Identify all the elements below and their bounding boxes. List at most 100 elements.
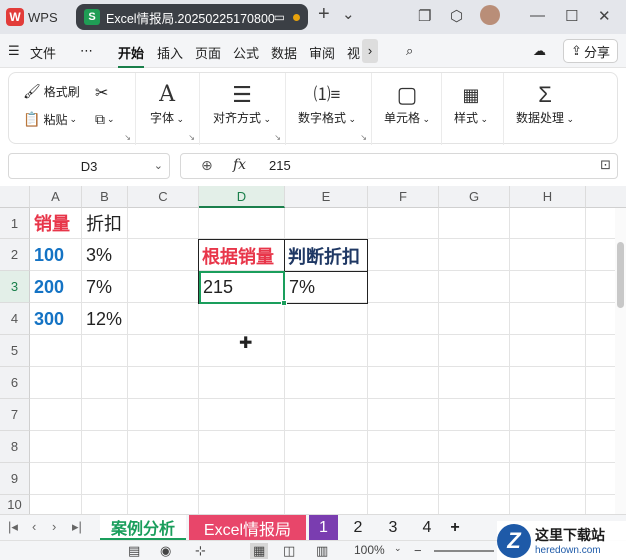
cloud-upload-icon[interactable]: ☁: [533, 43, 546, 59]
menu-page[interactable]: 页面: [195, 43, 221, 62]
close-icon[interactable]: ✕: [598, 7, 611, 25]
cut-icon[interactable]: ✂: [95, 83, 108, 103]
data-process-button[interactable]: Σ 数据处理 ⌄: [516, 81, 574, 126]
number-format-button[interactable]: ⑴≡ 数字格式 ⌄: [298, 81, 356, 126]
new-tab-button[interactable]: +: [318, 3, 330, 26]
sheet-tab-4[interactable]: 4: [412, 515, 442, 541]
formula-expand-icon[interactable]: ⊡: [600, 157, 611, 173]
last-sheet-icon[interactable]: ▸|: [72, 519, 82, 535]
menu-insert[interactable]: 插入: [157, 43, 183, 62]
cell-a3[interactable]: 200: [30, 271, 64, 303]
format-painter-button[interactable]: 🖌 格式刷: [23, 83, 80, 100]
normal-view-icon[interactable]: ▦: [250, 543, 269, 559]
tab-list-button[interactable]: ⌄: [342, 5, 355, 23]
cell-group: ▢ 单元格 ⌄: [372, 73, 442, 145]
share-button[interactable]: ⇪ 分享: [563, 39, 618, 63]
sheet-tab-excel-info[interactable]: Excel情报局: [189, 515, 306, 541]
style-button[interactable]: ▦ 样式 ⌄: [454, 81, 488, 126]
row-header-9[interactable]: 9: [0, 463, 30, 495]
prev-sheet-icon[interactable]: ‹: [32, 519, 36, 534]
menu-home[interactable]: 开始: [118, 43, 145, 68]
cube-icon[interactable]: ⬡: [450, 7, 463, 25]
cell-b2[interactable]: 3%: [82, 239, 112, 271]
cell-button[interactable]: ▢ 单元格 ⌄: [384, 81, 430, 126]
column-header-g[interactable]: G: [439, 186, 510, 208]
next-sheet-icon[interactable]: ›: [52, 519, 56, 534]
alignment-dialog-launcher[interactable]: ↘: [274, 133, 281, 142]
cell-b1[interactable]: 折扣: [82, 207, 122, 239]
spreadsheet-grid[interactable]: A B C D E F G H 1 2 3 4 5 6 7 8 9 10 销量 …: [0, 186, 626, 514]
maximize-icon[interactable]: ☐: [565, 7, 578, 25]
sheet-tab-1[interactable]: 1: [309, 515, 338, 541]
column-header-h[interactable]: H: [510, 186, 586, 208]
row-header-10[interactable]: 10: [0, 495, 30, 514]
avatar[interactable]: [480, 5, 500, 25]
cell-e3[interactable]: 7%: [284, 271, 368, 304]
menu-review[interactable]: 审阅: [309, 43, 335, 62]
paste-button[interactable]: 📋 粘贴 ⌄: [23, 111, 77, 128]
font-button[interactable]: A 字体 ⌄: [150, 81, 184, 126]
formula-input[interactable]: 215: [269, 158, 291, 173]
zoom-level[interactable]: 100%: [354, 543, 385, 557]
font-dialog-launcher[interactable]: ↘: [188, 133, 195, 142]
wps-home-tab[interactable]: W WPS: [6, 4, 66, 30]
row-header-2[interactable]: 2: [0, 239, 30, 271]
menu-formula[interactable]: 公式: [233, 43, 259, 62]
scrollbar-thumb[interactable]: [617, 242, 624, 308]
zoom-slider[interactable]: [434, 550, 494, 552]
fx-icon[interactable]: fx: [233, 157, 246, 173]
minimize-icon[interactable]: —: [530, 7, 545, 24]
row-header-1[interactable]: 1: [0, 208, 30, 239]
page-layout-icon[interactable]: ◫: [283, 543, 295, 559]
column-header-e[interactable]: E: [285, 186, 368, 208]
zoom-formula-icon[interactable]: ⊕: [201, 157, 213, 174]
menu-data[interactable]: 数据: [271, 43, 297, 62]
hamburger-icon[interactable]: ☰: [8, 43, 20, 59]
zoom-chevron-icon[interactable]: ⌄: [394, 543, 402, 554]
row-header-6[interactable]: 6: [0, 367, 30, 399]
column-header-d[interactable]: D: [199, 186, 285, 208]
vertical-scrollbar[interactable]: [615, 208, 626, 514]
menu-scroll-right-button[interactable]: ›: [362, 39, 378, 63]
cell-a1[interactable]: 销量: [30, 207, 70, 239]
window-tile-icon[interactable]: ❐: [418, 7, 431, 25]
row-header-7[interactable]: 7: [0, 399, 30, 431]
zoom-out-icon[interactable]: −: [414, 543, 422, 558]
sheet-tab-2[interactable]: 2: [343, 515, 373, 541]
add-sheet-button[interactable]: +: [444, 515, 466, 541]
row-header-3[interactable]: 3: [0, 271, 30, 303]
cell-d2[interactable]: 根据销量: [198, 239, 285, 272]
cell-a2[interactable]: 100: [30, 239, 64, 271]
row-header-8[interactable]: 8: [0, 431, 30, 463]
focus-icon[interactable]: ⊹: [195, 543, 206, 559]
eye-icon[interactable]: ◉: [160, 543, 171, 559]
cell-b4[interactable]: 12%: [82, 303, 122, 335]
clipboard-dialog-launcher[interactable]: ↘: [124, 133, 131, 142]
select-all-corner[interactable]: [0, 186, 30, 208]
copy-icon[interactable]: ⧉ ⌄: [95, 111, 115, 128]
document-tab[interactable]: S Excel情报局.20250225170800 ▭: [76, 4, 308, 30]
number-dialog-launcher[interactable]: ↘: [360, 133, 367, 142]
search-icon[interactable]: ⌕: [406, 43, 413, 59]
monitor-icon[interactable]: ▭: [274, 10, 285, 24]
name-box[interactable]: D3 ⌄: [8, 153, 170, 179]
cell-e2[interactable]: 判断折扣: [284, 239, 368, 272]
column-header-a[interactable]: A: [30, 186, 82, 208]
row-header-4[interactable]: 4: [0, 303, 30, 335]
first-sheet-icon[interactable]: |◂: [8, 519, 18, 535]
column-header-b[interactable]: B: [82, 186, 128, 208]
fill-handle[interactable]: [281, 300, 287, 306]
cell-a4[interactable]: 300: [30, 303, 64, 335]
page-break-icon[interactable]: ▥: [316, 543, 328, 559]
sheet-tab-case-analysis[interactable]: 案例分析: [100, 515, 186, 541]
sheet-tab-3[interactable]: 3: [378, 515, 408, 541]
menu-file[interactable]: 文件: [30, 43, 56, 62]
cell-b3[interactable]: 7%: [82, 271, 112, 303]
column-header-f[interactable]: F: [368, 186, 439, 208]
menu-more[interactable]: ⋯: [80, 43, 93, 59]
alignment-button[interactable]: ☰ 对齐方式 ⌄: [213, 81, 271, 126]
row-header-5[interactable]: 5: [0, 335, 30, 367]
layout-icon[interactable]: ▤: [128, 543, 140, 559]
menu-view[interactable]: 视: [347, 43, 360, 62]
column-header-c[interactable]: C: [128, 186, 199, 208]
